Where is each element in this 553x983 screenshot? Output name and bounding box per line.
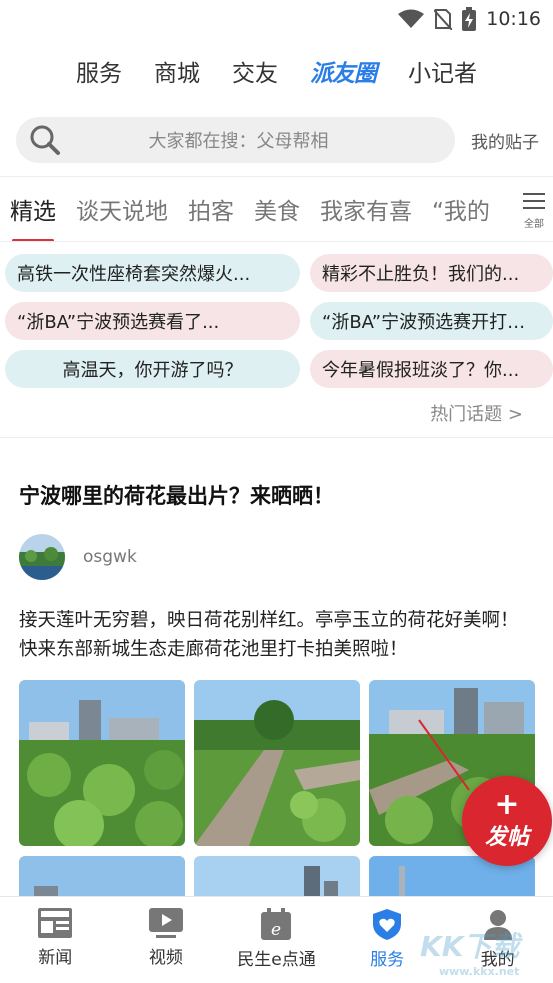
clock: 10:16 (486, 8, 541, 30)
search-input[interactable]: 大家都在搜：父母帮相 (16, 117, 455, 163)
status-bar: 10:16 (0, 0, 553, 38)
search-placeholder: 大家都在搜：父母帮相 (148, 131, 329, 152)
category-truncated[interactable]: “我的 (432, 192, 490, 226)
tab-friends[interactable]: 交友 (232, 54, 278, 88)
newspaper-icon (38, 908, 73, 938)
author-name[interactable]: osgwk (83, 547, 137, 567)
post-title[interactable]: 宁波哪里的荷花最出片？来晒晒！ (19, 480, 534, 510)
topic-chip-label: 高温天，你开游了吗？ (62, 360, 243, 381)
new-post-button[interactable]: + 发帖 (462, 776, 552, 866)
post-photo[interactable] (19, 680, 185, 846)
topic-chip[interactable]: “浙BA”宁波预选赛看了... (5, 302, 300, 340)
topic-chip-label: 高铁一次性座椅套突然爆火... (17, 264, 251, 285)
nav-video-label: 视频 (148, 948, 183, 968)
watermark-url: www.kkx.net (438, 965, 520, 978)
no-sim-icon (434, 9, 453, 30)
tab-little-reporter[interactable]: 小记者 (408, 54, 477, 88)
top-nav: 服务 商城 交友 派友圈 小记者 (0, 38, 553, 104)
nav-news-label: 新闻 (38, 948, 73, 968)
category-tabs: 精选 谈天说地 拍客 美食 我家有喜 “我的 全部 (0, 176, 553, 242)
category-featured[interactable]: 精选 (10, 192, 56, 241)
hot-topics: 高铁一次性座椅套突然爆火... 精彩不止胜负！我们的... “浙BA”宁波预选赛… (0, 242, 553, 388)
topic-chip[interactable]: 高铁一次性座椅套突然爆火... (5, 254, 300, 292)
plus-icon: + (494, 787, 520, 822)
tab-mall[interactable]: 商城 (154, 54, 200, 88)
search-icon (30, 125, 60, 155)
topic-chip[interactable]: “浙BA”宁波预选赛开打！一... (310, 302, 553, 340)
watermark-text: KK下载 (420, 930, 520, 963)
topic-chip-label: 精彩不止胜负！我们的... (322, 264, 520, 285)
post-body[interactable]: 接天莲叶无穷碧，映日荷花别样红。亭亭玉立的荷花好美啊！快来东部新城生态走廊荷花池… (19, 606, 534, 664)
tab-paiyouquan[interactable]: 派友圈 (310, 54, 377, 88)
topic-chip[interactable]: 精彩不止胜负！我们的... (310, 254, 553, 292)
category-food[interactable]: 美食 (254, 192, 300, 226)
topic-chip-label: “浙BA”宁波预选赛看了... (17, 312, 220, 333)
post-author[interactable]: osgwk (19, 534, 534, 580)
all-categories-label: 全部 (524, 219, 544, 230)
shield-heart-icon (373, 909, 402, 940)
topic-chip[interactable]: 高温天，你开游了吗？ (5, 350, 300, 388)
category-photo[interactable]: 拍客 (188, 192, 234, 226)
all-categories-button[interactable]: 全部 (515, 177, 553, 241)
topic-chip[interactable]: 今年暑假报班淡了？你... (310, 350, 553, 388)
wifi-icon (398, 9, 425, 28)
watermark-logo: KK下载 www.kkx.net (420, 925, 519, 978)
nav-video[interactable]: 视频 (111, 897, 222, 983)
menu-icon (523, 188, 545, 214)
category-happy-family[interactable]: 我家有喜 (320, 192, 412, 226)
calendar-e-icon: e (261, 908, 292, 940)
nav-minsheng-label: 民生e点通 (237, 950, 316, 970)
topic-chip-label: 今年暑假报班淡了？你... (322, 360, 520, 381)
nav-minsheng[interactable]: e 民生e点通 (221, 897, 332, 983)
svg-text:e: e (271, 920, 281, 940)
nav-news[interactable]: 新闻 (0, 897, 111, 983)
new-post-label: 发帖 (484, 825, 529, 850)
nav-services-label: 服务 (370, 950, 405, 970)
my-posts-link[interactable]: 我的贴子 (471, 128, 539, 153)
tab-services[interactable]: 服务 (76, 54, 122, 88)
topic-chip-label: “浙BA”宁波预选赛开打！一... (322, 312, 541, 333)
search-row: 大家都在搜：父母帮相 我的贴子 (0, 104, 553, 176)
hot-topics-more-link[interactable]: 热门话题 > (0, 388, 553, 438)
avatar[interactable] (19, 534, 65, 580)
category-chat[interactable]: 谈天说地 (76, 192, 168, 226)
post-photo[interactable] (194, 680, 360, 846)
battery-charging-icon (462, 7, 477, 31)
video-icon (148, 908, 183, 938)
